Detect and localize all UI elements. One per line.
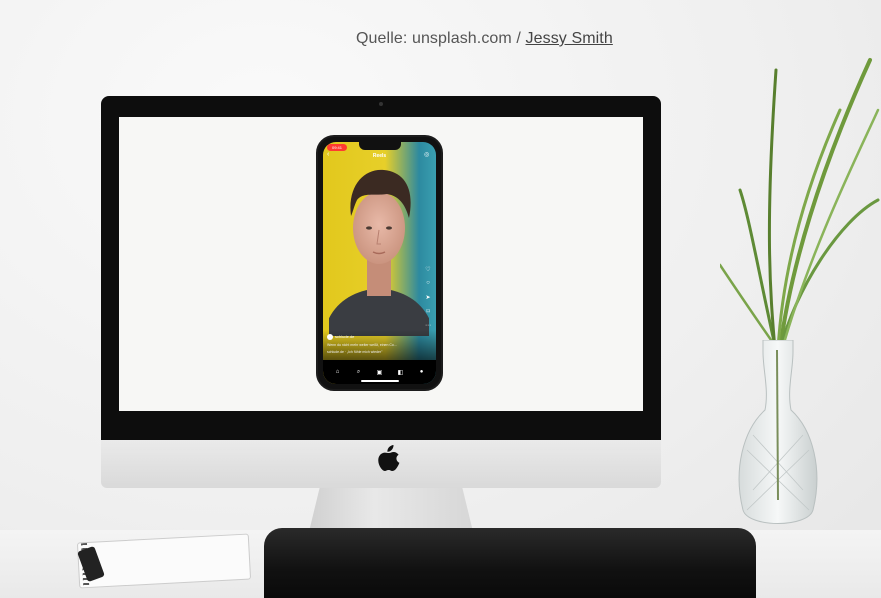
reels-icon[interactable]: ▣	[375, 369, 385, 376]
reels-title: Reels	[372, 153, 387, 159]
notebook	[76, 533, 252, 589]
author-link[interactable]: Jessy Smith	[526, 30, 613, 47]
status-time: 09:41	[327, 144, 347, 151]
reel-caption: Wenn du nicht mehr weiter weißt, einen C…	[327, 343, 397, 347]
phone-notch	[359, 142, 401, 150]
source-caption: Quelle: unsplash.com / Jessy Smith	[356, 30, 613, 48]
home-icon[interactable]: ⌂	[333, 369, 343, 375]
profile-icon[interactable]: ●	[417, 369, 427, 375]
send-icon[interactable]: ➤	[423, 294, 433, 308]
office-chair	[264, 528, 756, 598]
account-row[interactable]: schlude.de	[327, 334, 354, 340]
home-indicator	[361, 380, 399, 382]
phone-mockup: 09:41 ‹ Reels ◎ ♡ ○ ➤ ⌑ ⋯ schlude.de Wen…	[316, 135, 443, 391]
reel-actions: ♡ ○ ➤ ⌑ ⋯	[423, 266, 433, 336]
portrait-image	[329, 169, 429, 336]
audio-label: schlude.de · „Ich fühle mich wieder"	[327, 350, 383, 354]
camera-icon[interactable]: ◎	[424, 151, 432, 159]
source-prefix: Quelle: unsplash.com /	[356, 30, 526, 47]
phone-screen: 09:41 ‹ Reels ◎ ♡ ○ ➤ ⌑ ⋯ schlude.de Wen…	[323, 142, 436, 384]
glass-vase	[738, 340, 818, 524]
heart-icon[interactable]: ♡	[423, 266, 433, 280]
plant-leaves	[720, 58, 880, 352]
avatar	[327, 334, 333, 340]
bookmark-icon[interactable]: ⌑	[423, 308, 433, 322]
account-name: schlude.de	[335, 334, 355, 340]
apple-logo-icon	[378, 445, 400, 471]
search-icon[interactable]: ⌕	[354, 369, 364, 376]
comment-icon[interactable]: ○	[423, 280, 433, 294]
shop-icon[interactable]: ◧	[396, 369, 406, 376]
imac-camera	[379, 102, 383, 106]
